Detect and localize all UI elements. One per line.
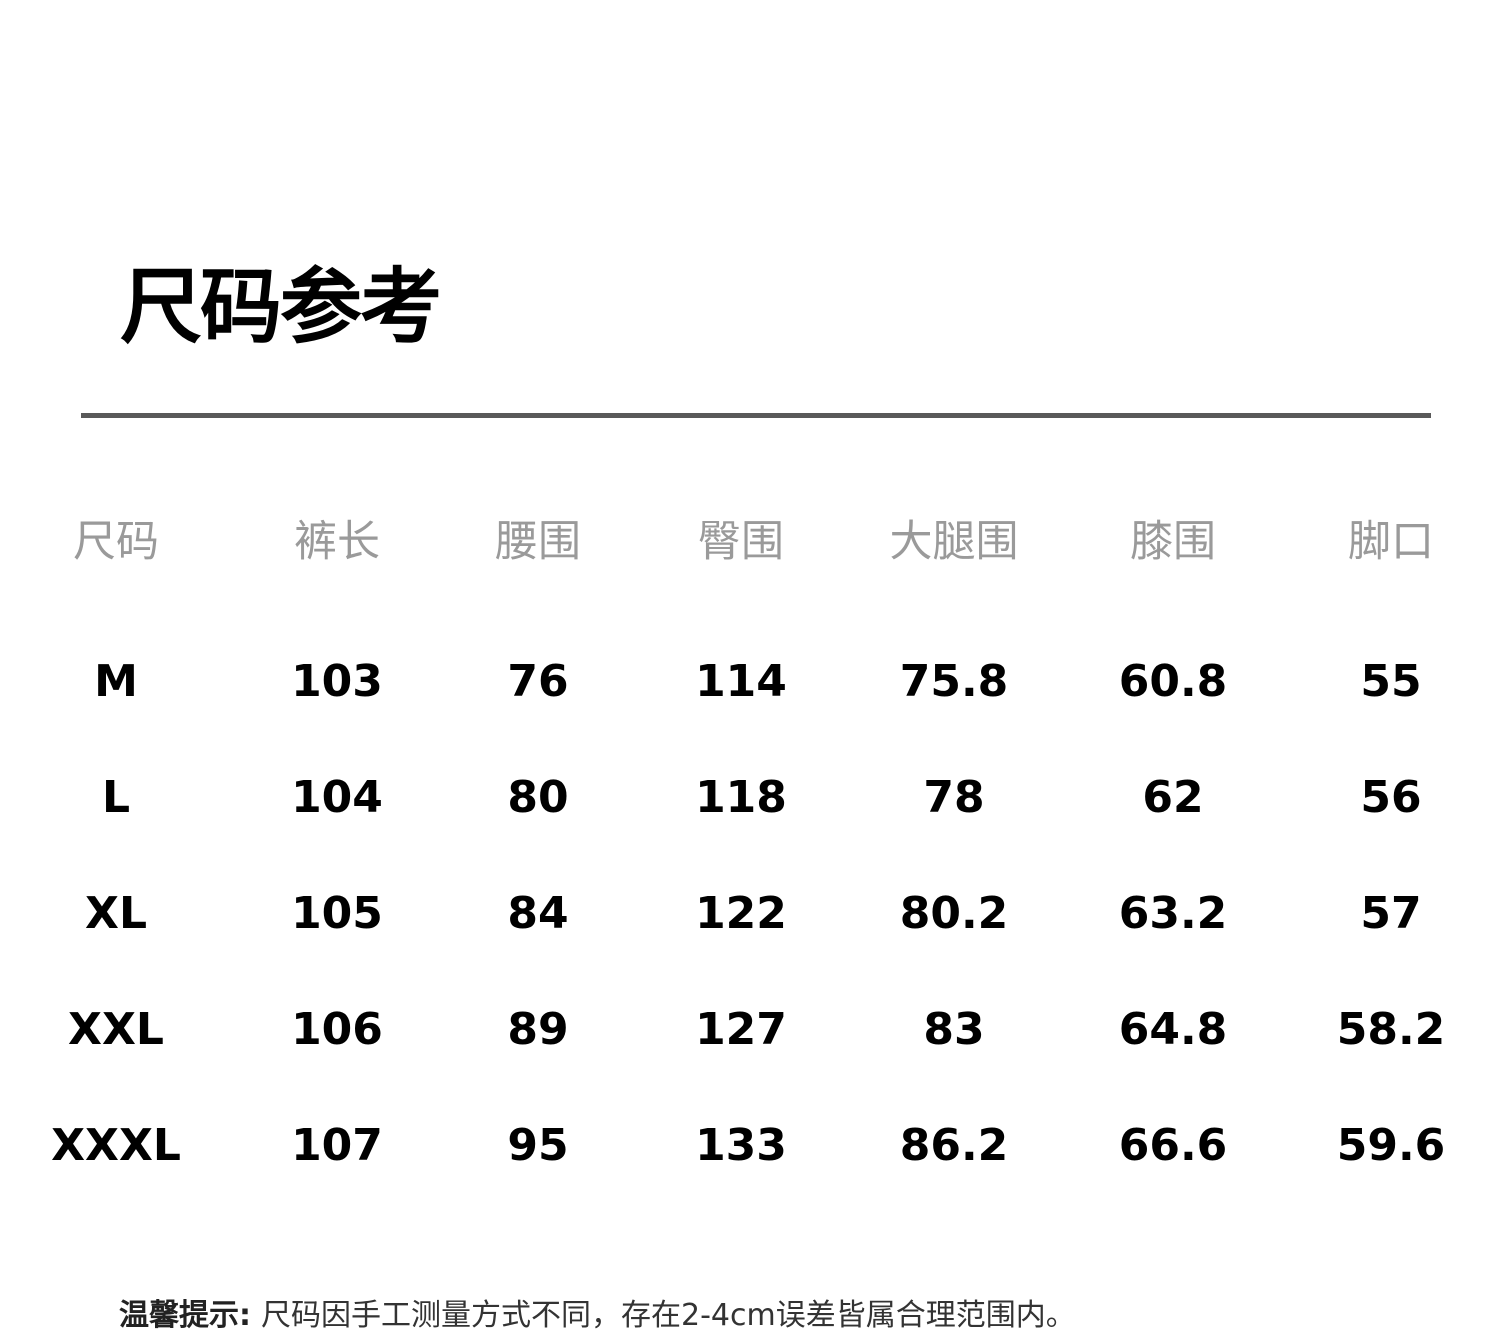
table-cell: 106 [291, 1004, 383, 1055]
table-cell: 80 [507, 772, 569, 823]
table-cell: XXXL [51, 1120, 181, 1171]
table-cell: 83 [923, 1004, 985, 1055]
table-cell: 122 [695, 888, 787, 939]
table-cell: 104 [291, 772, 383, 823]
table-cell: XL [85, 888, 147, 939]
page-title: 尺码参考 [120, 260, 442, 355]
table-cell: 118 [695, 772, 787, 823]
table-cell: 76 [507, 656, 569, 707]
header-size: 尺码 [73, 517, 159, 567]
table-cell: 86.2 [899, 1120, 1009, 1171]
table-cell: 59.6 [1336, 1120, 1446, 1171]
table-cell: 89 [507, 1004, 569, 1055]
table-cell: 57 [1360, 888, 1422, 939]
table-cell: 56 [1360, 772, 1422, 823]
table-cell: 78 [923, 772, 985, 823]
title-divider [81, 413, 1431, 418]
header-pants-length: 裤长 [294, 517, 380, 567]
table-cell: 55 [1360, 656, 1422, 707]
table-cell: 95 [507, 1120, 569, 1171]
table-cell: L [101, 772, 131, 823]
header-hip: 臀围 [698, 517, 784, 567]
footnote: 温馨提示: 尺码因手工测量方式不同，存在2-4cm误差皆属合理范围内。 [119, 1296, 1076, 1336]
table-cell: 75.8 [899, 656, 1009, 707]
table-cell: M [94, 656, 138, 707]
header-thigh: 大腿围 [889, 517, 1019, 567]
table-cell: 80.2 [899, 888, 1009, 939]
header-knee: 膝围 [1130, 517, 1216, 567]
table-cell: 84 [507, 888, 569, 939]
header-waist: 腰围 [495, 517, 581, 567]
footnote-text: 尺码因手工测量方式不同，存在2-4cm误差皆属合理范围内。 [261, 1298, 1076, 1333]
table-cell: 127 [695, 1004, 787, 1055]
table-cell: 63.2 [1118, 888, 1228, 939]
table-cell: 133 [695, 1120, 787, 1171]
table-cell: 103 [291, 656, 383, 707]
table-cell: 58.2 [1336, 1004, 1446, 1055]
table-cell: 60.8 [1118, 656, 1228, 707]
footnote-label: 温馨提示: [119, 1298, 251, 1333]
table-cell: 105 [291, 888, 383, 939]
table-cell: XXL [68, 1004, 164, 1055]
table-cell: 64.8 [1118, 1004, 1228, 1055]
table-cell: 114 [695, 656, 787, 707]
header-leg-opening: 脚口 [1348, 517, 1434, 567]
table-cell: 66.6 [1118, 1120, 1228, 1171]
table-cell: 62 [1142, 772, 1204, 823]
table-cell: 107 [291, 1120, 383, 1171]
